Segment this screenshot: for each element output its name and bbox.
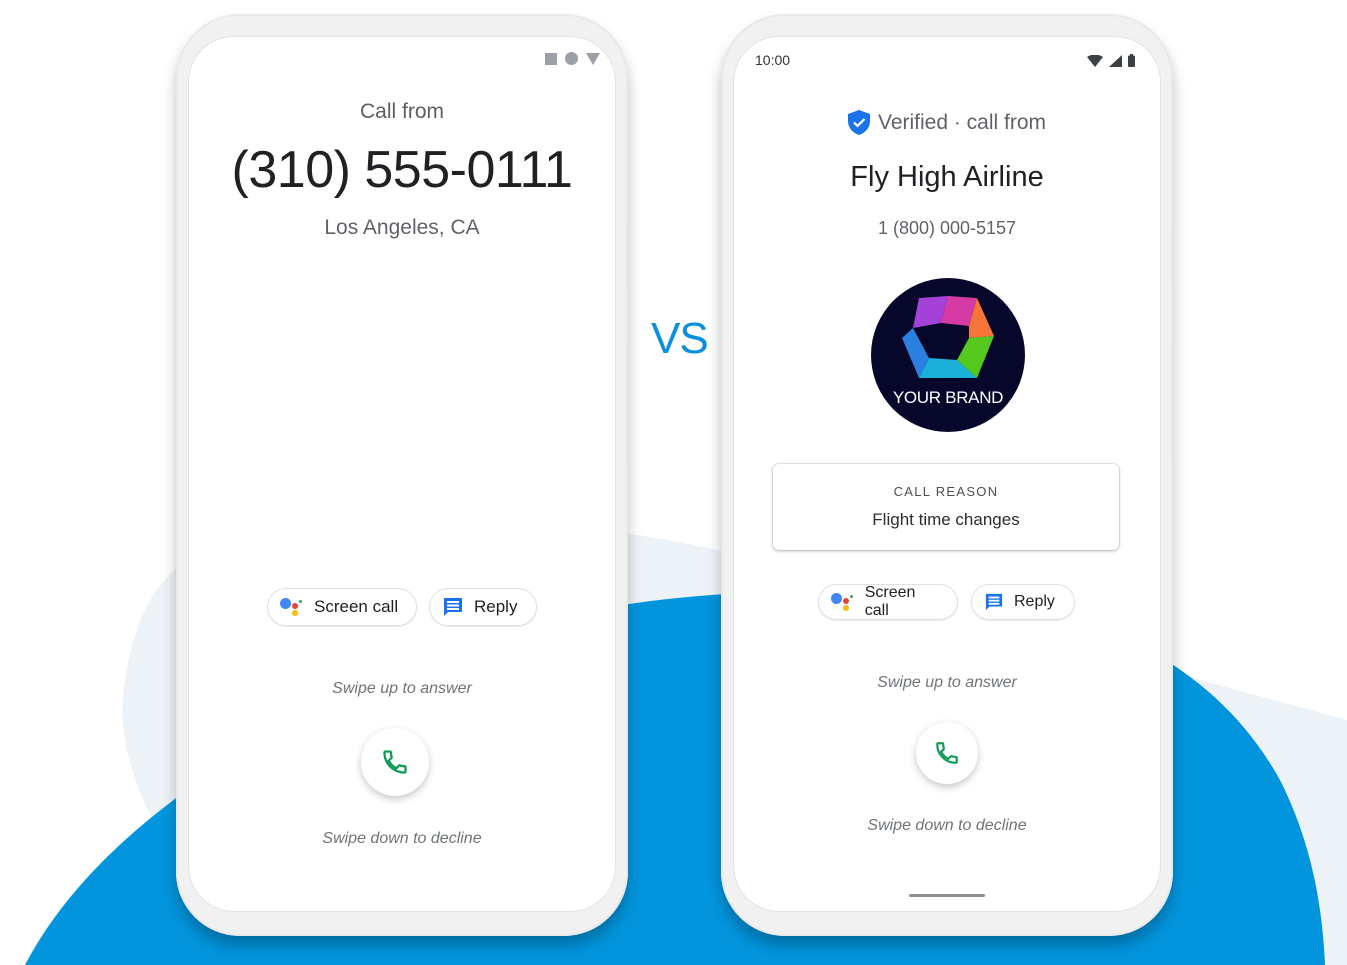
battery-icon (1128, 54, 1135, 67)
swipe-down-hint: Swipe down to decline (322, 830, 482, 847)
phone-mockup-unverified: Call from (310) 555-0111 Los Angeles, CA… (176, 14, 630, 936)
phone-icon (383, 750, 407, 774)
swipe-down-hint: Swipe down to decline (867, 817, 1027, 834)
swipe-up-hint: Swipe up to answer (877, 674, 1017, 691)
verified-label: Verified · call from (877, 110, 1047, 134)
answer-call-button[interactable] (916, 722, 978, 784)
google-assistant-icon (280, 596, 304, 618)
square-icon (545, 52, 557, 65)
reply-button[interactable]: Reply (971, 584, 1075, 620)
reply-label: Reply (1014, 593, 1055, 610)
circle-icon (565, 52, 578, 65)
call-reason-card: CALL REASON Flight time changes (773, 464, 1119, 550)
wifi-icon (1087, 54, 1103, 67)
versus-label: VS (651, 314, 709, 363)
screen-call-button[interactable]: Screen call (267, 588, 417, 626)
power-button (1171, 344, 1175, 460)
reply-label: Reply (474, 597, 518, 616)
screen-call-label: Screen call (864, 584, 916, 619)
screen-call-button[interactable]: Screen call (818, 584, 958, 620)
swipe-up-hint: Swipe up to answer (332, 680, 472, 697)
volume-button (626, 228, 630, 284)
signal-icon (1109, 54, 1122, 67)
home-gesture-bar[interactable] (909, 894, 985, 897)
business-phone-number: 1 (800) 000-5157 (877, 218, 1017, 238)
call-reason-label: CALL REASON (893, 484, 999, 499)
reply-button[interactable]: Reply (429, 588, 537, 626)
call-reason-value: Flight time changes (872, 510, 1020, 529)
status-bar: 10:00 (733, 50, 1161, 70)
google-assistant-icon (831, 591, 855, 613)
brand-hexagon-icon (902, 296, 994, 378)
verified-shield-icon (847, 110, 870, 135)
message-icon (985, 593, 1003, 611)
call-from-label: Call from (359, 100, 444, 123)
triangle-icon (586, 52, 600, 65)
caller-location: Los Angeles, CA (324, 216, 480, 239)
status-bar (188, 50, 616, 70)
screen-call-label: Screen call (314, 597, 399, 616)
verified-call-screen: 10:00 Verified · call from Fly High Airl… (733, 36, 1161, 912)
incoming-call-screen: Call from (310) 555-0111 Los Angeles, CA… (188, 36, 616, 912)
brand-logo-text: YOUR BRAND (892, 388, 1004, 407)
message-icon (444, 598, 462, 616)
status-time: 10:00 (755, 52, 791, 68)
caller-phone-number: (310) 555-0111 (231, 141, 573, 199)
brand-logo: YOUR BRAND (871, 278, 1025, 432)
volume-button (1171, 228, 1175, 284)
phone-mockup-verified: 10:00 Verified · call from Fly High Airl… (721, 14, 1175, 936)
phone-icon (936, 742, 958, 764)
answer-call-button[interactable] (361, 728, 429, 796)
verified-call-header: Verified · call from (733, 110, 1161, 135)
business-name: Fly High Airline (850, 161, 1044, 193)
power-button (626, 344, 630, 460)
